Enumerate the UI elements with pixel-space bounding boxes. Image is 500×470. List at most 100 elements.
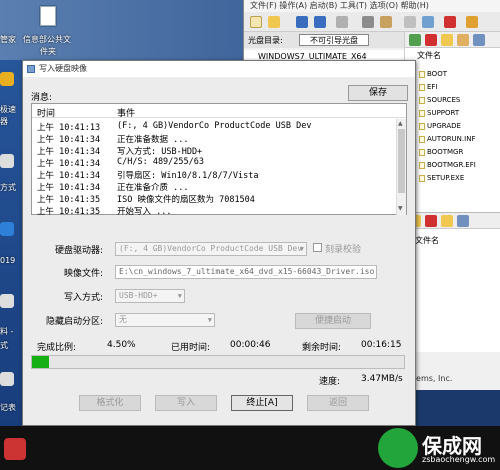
time-column-header[interactable]: 时间 (37, 106, 55, 119)
file-item[interactable]: BOOT (419, 70, 447, 78)
write-mode-label: 写入方式: (63, 293, 103, 303)
log-scrollbar[interactable]: ▲ ▼ (396, 119, 406, 215)
folder-icon (419, 83, 425, 91)
cd-directory-label: 光盘目录: (248, 36, 283, 45)
folder-icon (419, 109, 425, 117)
desktop-top-area: 管家 信息部公共文 件夹 (0, 0, 245, 60)
file-item[interactable]: SUPPORT (419, 109, 459, 117)
log-rows: 上午 10:41:13 (F:, 4 GB)VendorCo ProductCod… (32, 119, 396, 217)
new-icon[interactable] (250, 16, 262, 28)
file-icon (419, 135, 425, 143)
progress-fill (32, 356, 49, 368)
delete-icon[interactable] (425, 34, 437, 46)
verify-label: 刻录校验 (325, 245, 362, 255)
open-icon[interactable] (268, 16, 280, 28)
progress-bar (31, 355, 405, 369)
file-item[interactable]: BOOTMGR.EFI (419, 161, 476, 169)
save-log-button[interactable]: 保存 (348, 85, 408, 101)
image-file-field[interactable]: E:\cn_windows_7_ultimate_x64_dvd_x15-660… (115, 265, 377, 279)
delete-icon[interactable] (425, 215, 437, 227)
file-name-header: 文件名 (415, 236, 439, 245)
hidden-partition-label: 隐藏启动分区: (45, 317, 103, 327)
app-shortcut-icon[interactable] (0, 372, 14, 386)
watermark-logo-icon (378, 428, 418, 468)
quick-boot-button[interactable]: 便捷启动 (295, 313, 371, 329)
up-icon[interactable] (409, 34, 421, 46)
info-icon[interactable] (422, 16, 434, 28)
log-row: 上午 10:41:34 C/H/S: 489/255/63 (37, 157, 204, 169)
menu-bar[interactable]: 文件(F) 操作(A) 启动(B) 工具(T) 选项(O) 帮助(H) (244, 0, 500, 12)
desktop-label: 信息部公共文 (23, 35, 71, 44)
desktop-label: 式 (0, 341, 8, 350)
done-label: 完成比例: (37, 343, 77, 353)
new-folder-icon[interactable] (441, 215, 453, 227)
view-icon[interactable] (473, 34, 485, 46)
file-item[interactable]: AUTORUN.INF (419, 135, 475, 143)
extract-icon[interactable] (336, 16, 348, 28)
verify-checkbox[interactable] (313, 243, 322, 252)
desktop-file-icon[interactable] (40, 6, 56, 26)
file-item[interactable]: SETUP.EXE (419, 174, 464, 182)
speed-value: 3.47MB/s (361, 374, 403, 384)
remaining-value: 00:16:15 (361, 340, 402, 350)
speed-label: 速度: (319, 377, 341, 387)
format-button[interactable]: 格式化 (79, 395, 141, 411)
app-shortcut-icon[interactable] (0, 222, 14, 236)
desktop-label: 记表 (0, 403, 16, 412)
event-column-header[interactable]: 事件 (117, 106, 135, 119)
desktop-label: 件夹 (40, 47, 56, 56)
exit-icon[interactable] (444, 16, 456, 28)
app-shortcut-icon[interactable] (0, 72, 14, 86)
folder-icon (419, 122, 425, 130)
stop-button[interactable]: 终止[A] (231, 395, 293, 411)
desktop-label: 管家 (0, 35, 16, 44)
write-mode-select[interactable]: USB-HDD+ ▼ (115, 289, 185, 303)
file-item[interactable]: BOOTMGR (419, 148, 463, 156)
help-icon[interactable] (466, 16, 478, 28)
save-icon[interactable] (296, 16, 308, 28)
folder-icon (419, 70, 425, 78)
hidden-partition-select[interactable]: 无 ▼ (115, 313, 215, 327)
log-header: 时间 事件 (32, 104, 406, 119)
view-icon[interactable] (457, 215, 469, 227)
chevron-down-icon: ▼ (299, 245, 304, 253)
done-value: 4.50% (107, 340, 136, 350)
app-shortcut-icon[interactable] (0, 294, 14, 308)
toolbar (244, 12, 500, 32)
message-log: 时间 事件 上午 10:41:13 (F:, 4 GB)VendorCo Prod… (31, 103, 407, 217)
iso-file-list: 文件名 BOOT EFI SOURCES SUPPORT UPGRADE AUT… (404, 32, 500, 212)
write-button[interactable]: 写入 (155, 395, 217, 411)
scroll-up-icon[interactable]: ▲ (398, 120, 403, 127)
desktop-label: 料 - (0, 327, 14, 336)
desktop-label: 019 (0, 256, 16, 265)
file-list-toolbar (405, 32, 500, 48)
file-item[interactable]: UPGRADE (419, 122, 461, 130)
file-item[interactable]: EFI (419, 83, 438, 91)
desktop-label: 器 (0, 117, 8, 126)
scroll-down-icon[interactable]: ▼ (398, 205, 403, 212)
drive-select[interactable]: (F:, 4 GB)VendorCo ProductCode USB Dev ▼ (115, 242, 307, 256)
back-button[interactable]: 返回 (307, 395, 369, 411)
file-icon (419, 174, 425, 182)
file-icon (419, 148, 425, 156)
scrollbar-thumb[interactable] (398, 129, 405, 193)
chevron-down-icon: ▼ (177, 292, 182, 300)
folder-icon[interactable] (441, 34, 453, 46)
log-row: 上午 10:41:34 引导扇区: Win10/8.1/8/7/Vista (37, 171, 259, 181)
add-icon[interactable] (457, 34, 469, 46)
burn-icon[interactable] (362, 16, 374, 28)
chevron-down-icon: ▼ (207, 316, 212, 324)
log-row: 上午 10:41:34 正在准备介质 ... (37, 183, 189, 193)
app-shortcut-icon[interactable] (0, 154, 14, 168)
cd-directory-row: 光盘目录: 不可引导光盘 (244, 32, 404, 48)
file-item[interactable]: SOURCES (419, 96, 460, 104)
drive-label: 硬盘驱动器: (54, 246, 103, 256)
mount-icon[interactable] (380, 16, 392, 28)
save-as-icon[interactable] (314, 16, 326, 28)
folder-icon (419, 96, 425, 104)
app-taskbar-icon[interactable] (4, 438, 26, 460)
log-row: 上午 10:41:13 (F:, 4 GB)VendorCo ProductCod… (37, 121, 312, 133)
disk-icon[interactable] (404, 16, 416, 28)
remaining-label: 剩余时间: (302, 343, 342, 353)
boot-type-field[interactable]: 不可引导光盘 (299, 34, 369, 46)
